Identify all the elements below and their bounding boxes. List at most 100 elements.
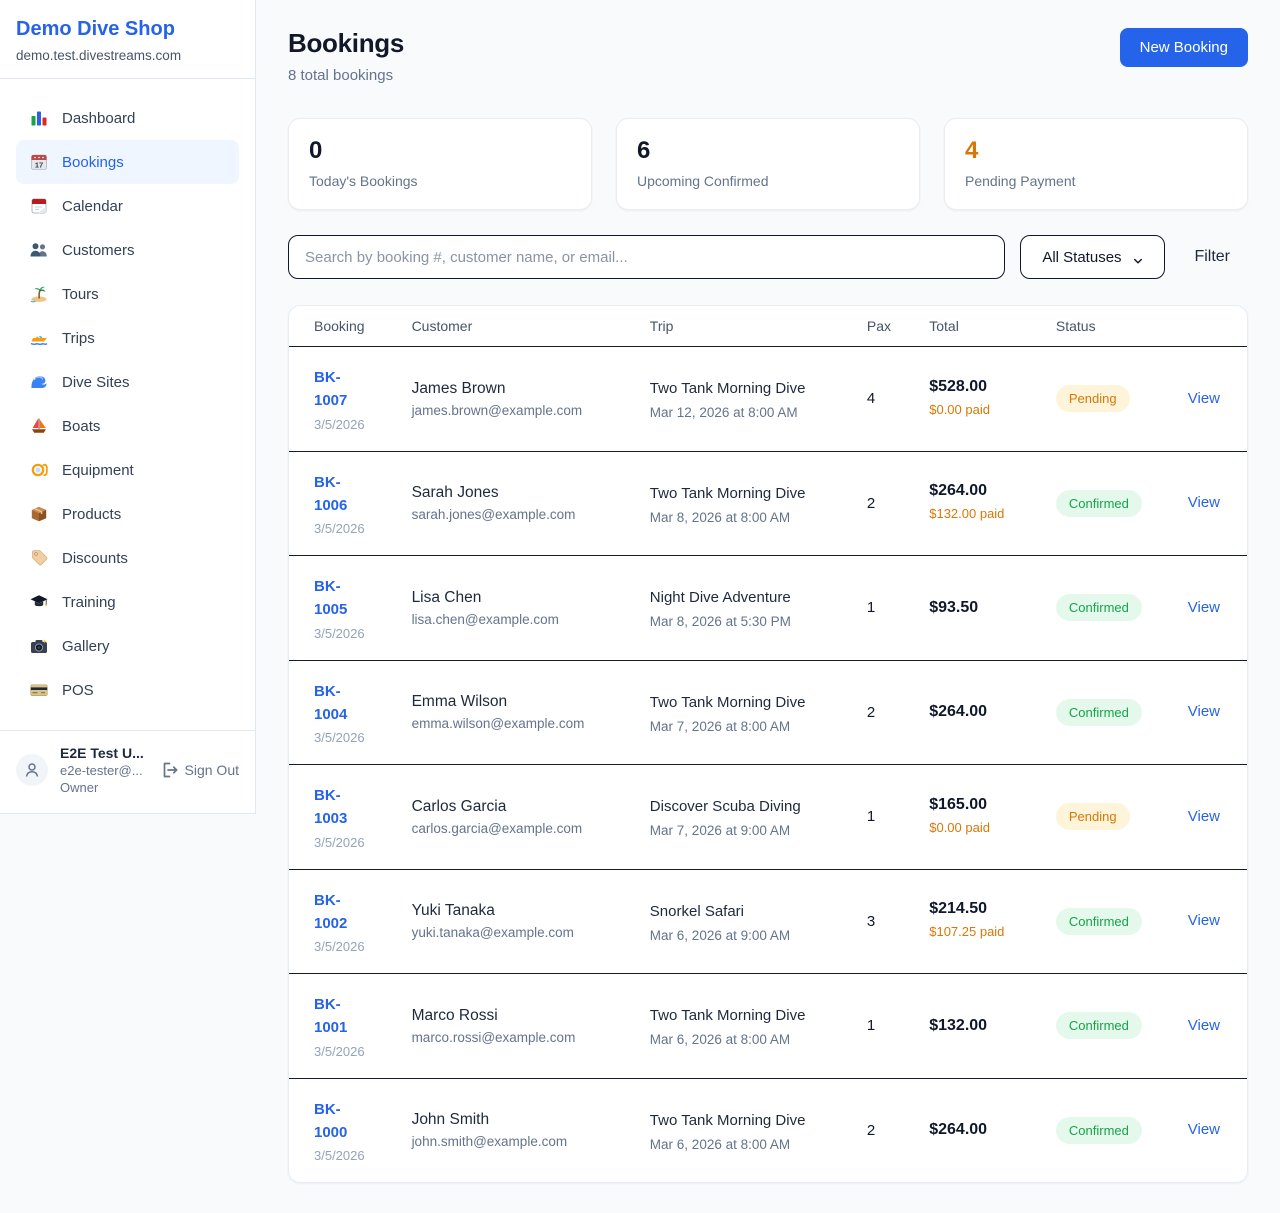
view-link[interactable]: View: [1188, 912, 1220, 929]
total-amount: $264.00: [929, 703, 1032, 721]
sidebar-item-products[interactable]: Products: [16, 492, 239, 536]
trip-datetime: Mar 6, 2026 at 9:00 AM: [650, 928, 843, 943]
customer-name: James Brown: [412, 380, 626, 398]
view-link[interactable]: View: [1188, 1017, 1220, 1034]
paid-amount: $107.25 paid: [929, 923, 1009, 942]
sidebar-item-customers[interactable]: Customers: [16, 228, 239, 272]
table-row: BK-1006 3/5/2026 Sarah Jones sarah.jones…: [289, 451, 1247, 556]
sidebar-item-training[interactable]: Training: [16, 580, 239, 624]
paid-amount: $0.00 paid: [929, 401, 1009, 420]
customer-email: yuki.tanaka@example.com: [412, 925, 626, 940]
calendar-date-icon: 17: [29, 152, 49, 172]
customer-email: sarah.jones@example.com: [412, 507, 626, 522]
pax-count: 2: [855, 1078, 917, 1182]
sidebar-item-label: Equipment: [62, 462, 134, 479]
table-row: BK-1003 3/5/2026 Carlos Garcia carlos.ga…: [289, 765, 1247, 870]
view-link[interactable]: View: [1188, 1121, 1220, 1138]
calendar-icon: [29, 196, 49, 216]
sidebar-item-boats[interactable]: Boats: [16, 404, 239, 448]
user-name: E2E Test U...: [60, 745, 147, 761]
pax-count: 2: [855, 660, 917, 765]
pax-count: 1: [855, 974, 917, 1079]
status-badge: Pending: [1056, 385, 1130, 412]
booking-date: 3/5/2026: [314, 1148, 388, 1163]
pax-count: 1: [855, 765, 917, 870]
sidebar-item-bookings[interactable]: 17 Bookings: [16, 140, 239, 184]
person-icon: [22, 760, 42, 780]
column-header-status: Status: [1044, 306, 1167, 347]
bookings-table-card: BookingCustomerTripPaxTotalStatus BK-100…: [288, 305, 1248, 1183]
booking-id-link[interactable]: BK-1006: [314, 471, 372, 518]
bar-chart-icon: [29, 108, 49, 128]
view-link[interactable]: View: [1188, 703, 1220, 720]
sidebar-item-discounts[interactable]: Discounts: [16, 536, 239, 580]
trip-datetime: Mar 6, 2026 at 8:00 AM: [650, 1137, 843, 1152]
booking-id-link[interactable]: BK-1000: [314, 1098, 372, 1145]
sidebar-item-label: Discounts: [62, 550, 128, 567]
credit-card-icon: [29, 680, 49, 700]
booking-date: 3/5/2026: [314, 835, 388, 850]
booking-id-link[interactable]: BK-1002: [314, 889, 372, 936]
status-select[interactable]: All Statuses: [1020, 235, 1165, 279]
shop-domain: demo.test.divestreams.com: [16, 48, 239, 63]
booking-id-link[interactable]: BK-1007: [314, 366, 372, 413]
logout-icon: [159, 760, 179, 780]
page-header: Bookings 8 total bookings New Booking: [288, 28, 1248, 84]
status-badge: Confirmed: [1056, 490, 1142, 517]
booking-id-link[interactable]: BK-1001: [314, 993, 372, 1040]
table-row: BK-1001 3/5/2026 Marco Rossi marco.rossi…: [289, 974, 1247, 1079]
sidebar-item-calendar[interactable]: Calendar: [16, 184, 239, 228]
filter-row: All Statuses Filter: [288, 235, 1248, 279]
sidebar-item-dive-sites[interactable]: Dive Sites: [16, 360, 239, 404]
view-link[interactable]: View: [1188, 808, 1220, 825]
filter-button[interactable]: Filter: [1180, 248, 1248, 266]
trip-name: Two Tank Morning Dive: [650, 377, 815, 400]
table-row: BK-1002 3/5/2026 Yuki Tanaka yuki.tanaka…: [289, 869, 1247, 974]
customer-email: lisa.chen@example.com: [412, 612, 626, 627]
user-email: e2e-tester@...: [60, 763, 147, 778]
sidebar-item-gallery[interactable]: Gallery: [16, 624, 239, 668]
island-icon: [29, 284, 49, 304]
shop-name: Demo Dive Shop: [16, 18, 239, 41]
booking-date: 3/5/2026: [314, 1044, 388, 1059]
customer-name: Emma Wilson: [412, 693, 626, 711]
booking-date: 3/5/2026: [314, 939, 388, 954]
booking-id-link[interactable]: BK-1004: [314, 680, 372, 727]
new-booking-button[interactable]: New Booking: [1120, 28, 1248, 67]
sidebar-item-label: POS: [62, 682, 94, 699]
booking-id-link[interactable]: BK-1003: [314, 784, 372, 831]
total-amount: $264.00: [929, 482, 1032, 500]
view-link[interactable]: View: [1188, 599, 1220, 616]
app-window: Demo Dive Shop demo.test.divestreams.com…: [0, 0, 1280, 1213]
total-amount: $132.00: [929, 1017, 1032, 1035]
view-link[interactable]: View: [1188, 390, 1220, 407]
trip-name: Discover Scuba Diving: [650, 795, 815, 818]
sidebar-item-label: Dive Sites: [62, 374, 130, 391]
sidebar-item-label: Boats: [62, 418, 100, 435]
status-badge: Confirmed: [1056, 1012, 1142, 1039]
stat-card: 4 Pending Payment: [944, 118, 1248, 210]
stat-label: Upcoming Confirmed: [637, 173, 899, 189]
trip-name: Night Dive Adventure: [650, 586, 815, 609]
sidebar-item-tours[interactable]: Tours: [16, 272, 239, 316]
booking-date: 3/5/2026: [314, 417, 388, 432]
booking-id-link[interactable]: BK-1005: [314, 575, 372, 622]
brand-block: Demo Dive Shop demo.test.divestreams.com: [0, 0, 255, 79]
sidebar-item-equipment[interactable]: Equipment: [16, 448, 239, 492]
user-role: Owner: [60, 780, 147, 795]
status-select-value: All Statuses: [1042, 249, 1121, 266]
customer-name: Sarah Jones: [412, 484, 626, 502]
sidebar-item-pos[interactable]: POS: [16, 668, 239, 712]
paid-amount: $0.00 paid: [929, 819, 1009, 838]
sidebar-item-dashboard[interactable]: Dashboard: [16, 96, 239, 140]
total-amount: $264.00: [929, 1121, 1032, 1139]
tag-icon: [29, 548, 49, 568]
search-input[interactable]: [288, 235, 1005, 279]
sign-out-button[interactable]: Sign Out: [159, 760, 239, 780]
total-amount: $165.00: [929, 796, 1032, 814]
page-title: Bookings: [288, 28, 404, 59]
sidebar-item-trips[interactable]: Trips: [16, 316, 239, 360]
view-link[interactable]: View: [1188, 494, 1220, 511]
stat-value: 6: [637, 137, 899, 165]
customer-name: Marco Rossi: [412, 1007, 626, 1025]
